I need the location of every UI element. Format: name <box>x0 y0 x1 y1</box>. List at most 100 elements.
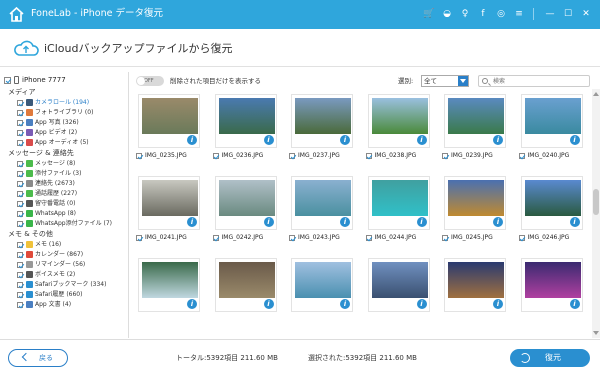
photo-checkbox[interactable] <box>136 234 142 241</box>
item-checkbox[interactable] <box>17 241 23 248</box>
photo-thumbnail[interactable]: i <box>214 258 277 312</box>
item-checkbox[interactable] <box>17 180 23 187</box>
photo-thumbnail[interactable]: i <box>138 94 200 148</box>
sidebar-item[interactable]: ボイスメモ (2) <box>17 270 75 279</box>
menu-icon[interactable]: ≡ <box>513 7 525 21</box>
info-icon[interactable]: i <box>340 299 350 309</box>
sidebar-item[interactable]: 通話履歴 (227) <box>17 189 77 198</box>
item-checkbox[interactable] <box>17 109 23 116</box>
photo-thumbnail[interactable]: i <box>520 258 583 312</box>
photo-thumbnail[interactable]: i <box>444 94 506 148</box>
photo-thumbnail[interactable]: i <box>291 258 353 312</box>
photo-checkbox[interactable] <box>212 152 219 159</box>
home-icon[interactable] <box>8 6 25 23</box>
info-icon[interactable]: i <box>569 217 580 227</box>
sidebar-item[interactable]: App オーディオ (5) <box>17 138 89 147</box>
item-checkbox[interactable] <box>17 200 23 207</box>
photo-checkbox[interactable] <box>365 234 372 241</box>
photo-checkbox[interactable] <box>518 152 525 159</box>
item-checkbox[interactable] <box>17 119 23 126</box>
photo-checkbox[interactable] <box>212 234 219 241</box>
search-box[interactable] <box>478 75 590 87</box>
photo-thumbnail[interactable]: i <box>520 176 583 230</box>
filter-select[interactable]: 全て <box>421 75 469 87</box>
chat-icon[interactable]: ◎ <box>495 7 507 21</box>
info-icon[interactable]: i <box>569 299 580 309</box>
scroll-thumb[interactable] <box>593 189 599 215</box>
item-checkbox[interactable] <box>17 129 23 136</box>
cart-icon[interactable]: 🛒 <box>423 7 435 21</box>
info-icon[interactable]: i <box>187 135 197 145</box>
close-icon[interactable]: ✕ <box>580 7 592 21</box>
photo-checkbox[interactable] <box>289 234 295 241</box>
sidebar-item[interactable]: Safariブックマーク (334) <box>17 280 106 289</box>
sidebar-item[interactable]: カレンダー (867) <box>17 250 83 259</box>
info-icon[interactable]: i <box>569 135 580 145</box>
scroll-down-arrow[interactable] <box>593 331 599 335</box>
photo-checkbox[interactable] <box>442 152 448 159</box>
item-checkbox[interactable] <box>17 210 23 217</box>
item-checkbox[interactable] <box>17 170 23 177</box>
sidebar-item[interactable]: 連絡先 (2673) <box>17 179 75 188</box>
sidebar-item[interactable]: Safari履歴 (660) <box>17 290 82 299</box>
item-checkbox[interactable] <box>17 251 23 258</box>
item-checkbox[interactable] <box>17 160 23 167</box>
photo-thumbnail[interactable]: i <box>214 176 277 230</box>
scrollbar[interactable] <box>592 89 600 338</box>
photo-thumbnail[interactable]: i <box>138 176 200 230</box>
photo-thumbnail[interactable]: i <box>214 94 277 148</box>
sidebar-item[interactable]: WhatsApp添付ファイル (7) <box>17 219 112 228</box>
maximize-icon[interactable]: ☐ <box>562 7 574 21</box>
info-icon[interactable]: i <box>187 299 197 309</box>
sidebar-item[interactable]: メモ (16) <box>17 240 61 249</box>
sidebar-item[interactable]: カメラロール (194) <box>17 98 89 107</box>
photo-thumbnail[interactable]: i <box>291 176 353 230</box>
info-icon[interactable]: i <box>493 299 503 309</box>
photo-thumbnail[interactable]: i <box>367 258 430 312</box>
deleted-only-toggle[interactable]: OFF <box>136 76 164 86</box>
item-checkbox[interactable] <box>17 301 23 308</box>
key-icon[interactable]: ♀ <box>459 7 471 21</box>
item-checkbox[interactable] <box>17 190 23 197</box>
minimize-icon[interactable]: — <box>544 7 556 21</box>
sidebar-item[interactable]: 留守番電話 (0) <box>17 199 75 208</box>
wifi-icon[interactable]: ◒ <box>441 7 453 21</box>
photo-thumbnail[interactable]: i <box>291 94 353 148</box>
photo-thumbnail[interactable]: i <box>444 258 506 312</box>
photo-checkbox[interactable] <box>365 152 372 159</box>
photo-thumbnail[interactable]: i <box>520 94 583 148</box>
item-checkbox[interactable] <box>17 220 23 227</box>
info-icon[interactable]: i <box>416 135 427 145</box>
info-icon[interactable]: i <box>416 217 427 227</box>
photo-thumbnail[interactable]: i <box>138 258 200 312</box>
photo-checkbox[interactable] <box>136 152 142 159</box>
search-input[interactable] <box>493 77 587 85</box>
sidebar-item[interactable]: App 文書 (4) <box>17 300 71 309</box>
photo-thumbnail[interactable]: i <box>367 94 430 148</box>
info-icon[interactable]: i <box>263 299 274 309</box>
photo-thumbnail[interactable]: i <box>367 176 430 230</box>
sidebar-item[interactable]: App ビデオ (2) <box>17 128 77 137</box>
info-icon[interactable]: i <box>340 217 350 227</box>
back-button[interactable]: 戻る <box>8 349 68 367</box>
sidebar-item[interactable]: App 写真 (326) <box>17 118 79 127</box>
info-icon[interactable]: i <box>187 217 197 227</box>
sidebar-item[interactable]: メッセージ (8) <box>17 159 75 168</box>
item-checkbox[interactable] <box>17 261 23 268</box>
sidebar-item[interactable]: 添付ファイル (3) <box>17 169 81 178</box>
restore-button[interactable]: 復元 <box>510 349 590 367</box>
scroll-up-arrow[interactable] <box>593 92 599 96</box>
item-checkbox[interactable] <box>17 281 23 288</box>
sidebar-item[interactable]: リマインダー (56) <box>17 260 85 269</box>
item-checkbox[interactable] <box>17 271 23 278</box>
device-checkbox[interactable] <box>4 76 11 84</box>
info-icon[interactable]: i <box>493 217 503 227</box>
sidebar-item[interactable]: フォトライブラリ (0) <box>17 108 93 117</box>
facebook-icon[interactable]: f <box>477 7 489 21</box>
photo-checkbox[interactable] <box>442 234 448 241</box>
item-checkbox[interactable] <box>17 291 23 298</box>
info-icon[interactable]: i <box>263 135 274 145</box>
photo-thumbnail[interactable]: i <box>444 176 506 230</box>
photo-checkbox[interactable] <box>518 234 525 241</box>
photo-checkbox[interactable] <box>289 152 295 159</box>
